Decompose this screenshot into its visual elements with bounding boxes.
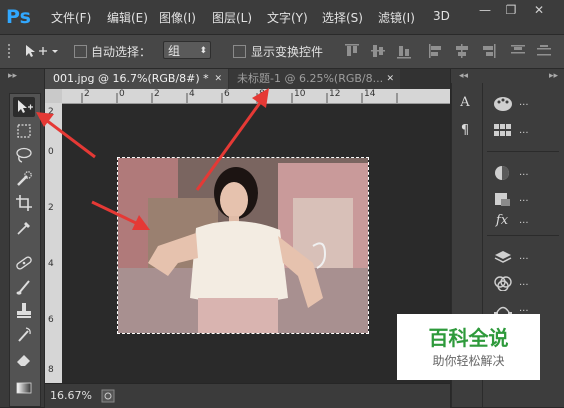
- history-brush-tool-icon[interactable]: [13, 325, 35, 345]
- fx-icon[interactable]: fx: [493, 213, 511, 229]
- zoom-level[interactable]: 16.67%: [50, 389, 92, 402]
- updown-arrow-icon: ⬍: [199, 46, 207, 56]
- minimize-button[interactable]: —: [474, 0, 496, 20]
- panel-expand-dots: ...: [519, 303, 529, 314]
- ruler-tick-label: 8: [48, 365, 54, 375]
- layers-icon[interactable]: [493, 249, 513, 265]
- menu-select[interactable]: 选择(S): [322, 9, 363, 26]
- tab-001-jpg[interactable]: 001.jpg @ 16.7%(RGB/8#) * ✕: [45, 69, 228, 89]
- photo-illustration: [118, 158, 368, 333]
- collapse-arrows-icon[interactable]: ◂◂: [459, 71, 468, 81]
- ruler-tick-label: 2: [84, 89, 90, 99]
- menu-image[interactable]: 图像(I): [159, 9, 196, 26]
- photoshop-logo: Ps: [6, 6, 31, 28]
- distribute-top-icon[interactable]: [510, 43, 526, 59]
- paragraph-icon[interactable]: ¶: [456, 123, 474, 139]
- close-window-button[interactable]: ✕: [528, 0, 550, 20]
- panel-expand-dots: ...: [519, 193, 529, 204]
- clone-stamp-tool-icon[interactable]: [13, 301, 35, 321]
- marquee-tool-icon[interactable]: [13, 121, 35, 141]
- quick-select-tool-icon[interactable]: [13, 169, 35, 189]
- menu-layer[interactable]: 图层(L): [212, 9, 252, 26]
- tab-close-icon[interactable]: ✕: [386, 69, 394, 89]
- tab-label: 未标题-1 @ 6.25%(RGB/8...: [237, 72, 384, 85]
- panel-expand-dots: ...: [519, 167, 529, 178]
- crop-tool-icon[interactable]: [13, 193, 35, 213]
- move-tool-preset-icon[interactable]: [24, 43, 58, 59]
- styles-icon[interactable]: [493, 191, 513, 207]
- panel-expand-dots: ...: [519, 97, 529, 108]
- watermark-title: 百科全说: [428, 326, 509, 350]
- expand-arrows-icon[interactable]: ▸▸: [549, 71, 558, 81]
- panel-expand-dots: ...: [519, 277, 529, 288]
- panel-divider: [487, 151, 559, 152]
- ruler-tick-label: 8: [259, 89, 265, 99]
- ruler-tick-label: 2: [154, 89, 160, 99]
- horizontal-ruler: 2 0 2 4 6 8 10 12 14: [62, 89, 450, 104]
- ruler-tick-label: 0: [119, 89, 125, 99]
- menu-filter[interactable]: 滤镜(I): [378, 9, 415, 26]
- channels-icon[interactable]: [493, 275, 513, 291]
- align-right-icon[interactable]: [480, 43, 496, 59]
- collapse-arrows-icon[interactable]: ▸▸: [8, 71, 17, 81]
- ruler-tick-label: 4: [189, 89, 195, 99]
- move-tool-icon[interactable]: [13, 97, 35, 117]
- character-icon[interactable]: A: [456, 95, 474, 111]
- align-left-icon[interactable]: [428, 43, 444, 59]
- distribute-vcenter-icon[interactable]: [536, 43, 552, 59]
- tab-untitled-1[interactable]: 未标题-1 @ 6.25%(RGB/8... ✕: [229, 69, 400, 89]
- status-bar: 16.67%: [45, 383, 450, 408]
- ruler-origin[interactable]: [45, 89, 62, 103]
- ruler-tick-label: 10: [294, 89, 306, 99]
- auto-select-target-select[interactable]: 组 ⬍: [163, 41, 211, 59]
- swatches-icon[interactable]: [493, 123, 513, 139]
- watermark-subtitle: 助你轻松解决: [432, 354, 505, 368]
- paint-palette-icon[interactable]: [493, 96, 513, 112]
- gradient-tool-icon[interactable]: [13, 378, 35, 398]
- brush-tool-icon[interactable]: [13, 277, 35, 297]
- group-select-value: 组: [168, 44, 181, 58]
- panel-expand-dots: ...: [519, 215, 529, 226]
- show-transform-checkbox[interactable]: [233, 45, 246, 58]
- show-transform-label: 显示变换控件: [251, 45, 324, 59]
- menu-bar: Ps 文件(F) 编辑(E) 图像(I) 图层(L) 文字(Y) 选择(S) 滤…: [0, 0, 564, 35]
- ruler-tick-label: 2: [48, 203, 54, 213]
- auto-select-label: 自动选择：: [91, 45, 152, 59]
- tab-close-icon[interactable]: ✕: [214, 69, 222, 89]
- align-hcenter-icon[interactable]: [454, 43, 470, 59]
- ruler-tick-label: 6: [224, 89, 230, 99]
- ruler-tick-label: 14: [364, 89, 376, 99]
- lasso-tool-icon[interactable]: [13, 145, 35, 165]
- menu-3d[interactable]: 3D: [433, 9, 450, 23]
- panel-divider: [487, 235, 559, 236]
- ruler-tick-label: 0: [48, 147, 54, 157]
- restore-button[interactable]: ❐: [500, 0, 522, 20]
- ruler-tick-label: 2: [48, 107, 54, 117]
- ruler-tick-label: 4: [48, 259, 54, 269]
- align-vcenter-icon[interactable]: [370, 43, 386, 59]
- auto-select-checkbox[interactable]: [74, 45, 87, 58]
- document-tab-bar: 001.jpg @ 16.7%(RGB/8#) * ✕ 未标题-1 @ 6.25…: [45, 69, 450, 89]
- document-image[interactable]: [117, 157, 369, 334]
- menu-edit[interactable]: 编辑(E): [107, 9, 148, 26]
- options-bar: 自动选择： 组 ⬍ 显示变换控件: [0, 35, 564, 69]
- tab-label: 001.jpg @ 16.7%(RGB/8#) *: [53, 72, 209, 85]
- align-top-icon[interactable]: [344, 43, 360, 59]
- eyedropper-tool-icon[interactable]: [13, 217, 35, 237]
- adjustments-icon[interactable]: [493, 165, 513, 181]
- tools-panel: [9, 93, 41, 407]
- menu-type[interactable]: 文字(Y): [267, 9, 308, 26]
- ruler-tick-label: 12: [329, 89, 341, 99]
- eraser-tool-icon[interactable]: [13, 349, 35, 369]
- panel-expand-dots: ...: [519, 251, 529, 262]
- ruler-tick-label: 6: [48, 315, 54, 325]
- healing-brush-tool-icon[interactable]: [13, 253, 35, 273]
- menu-file[interactable]: 文件(F): [51, 9, 91, 26]
- align-bottom-icon[interactable]: [396, 43, 412, 59]
- doc-info-icon[interactable]: [101, 389, 115, 403]
- vertical-ruler: 2 0 2 4 6 8: [45, 103, 63, 383]
- grip-icon: [8, 44, 10, 58]
- panel-expand-dots: ...: [519, 125, 529, 136]
